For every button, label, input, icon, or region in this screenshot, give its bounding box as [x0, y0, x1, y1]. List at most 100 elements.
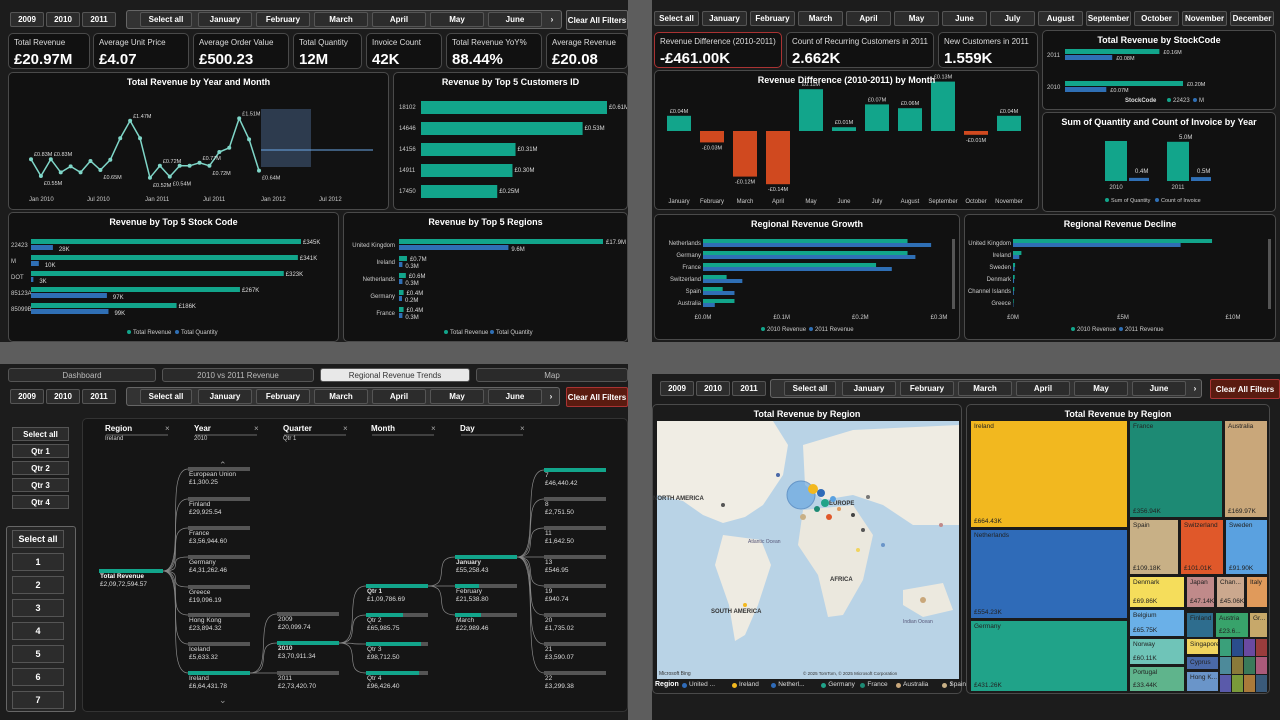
month-june-button[interactable]: June [488, 12, 542, 27]
column-close-icon[interactable]: × [431, 424, 436, 433]
day-slicer-button[interactable]: 7 [12, 691, 64, 709]
trend-point [157, 163, 162, 168]
q2-month-button[interactable]: May [894, 11, 939, 26]
q3-clear-all-filters-button[interactable]: Clear All Filters [566, 387, 628, 407]
region-revenue-label: £0.4M [407, 308, 424, 314]
q3-month-scroll-right-icon[interactable]: › [545, 389, 557, 404]
q4-month-select-all-button[interactable]: Select all [784, 381, 836, 396]
q2-month-button[interactable]: October [1134, 11, 1179, 26]
tab-2010-vs-2011[interactable]: 2010 vs 2011 Revenue [162, 368, 314, 382]
x-axis-tick: £10M [1225, 315, 1240, 321]
tab-map[interactable]: Map [476, 368, 628, 382]
map-region-bubble [808, 484, 818, 494]
tab-dashboard[interactable]: Dashboard [8, 368, 156, 382]
q4-year-2010-button[interactable]: 2010 [696, 381, 730, 396]
day-slicer-button[interactable]: Select all [12, 530, 64, 548]
day-slicer-button[interactable]: 5 [12, 645, 64, 663]
q3-year-2011-button[interactable]: 2011 [82, 389, 116, 404]
q4-month-january-button[interactable]: January [842, 381, 896, 396]
month-april-button[interactable]: April [372, 12, 426, 27]
kpi-value: 1.559K [944, 50, 993, 67]
map-region-bubble [814, 506, 820, 512]
quarter-node: Qtr 3 £98,712.50 [367, 646, 400, 662]
region-map[interactable]: NORTH AMERICAEUROPEAFRICASOUTH AMERICAAt… [653, 405, 962, 694]
region-node: Hong Kong £23,894.32 [189, 617, 222, 633]
column-close-icon[interactable]: × [254, 424, 259, 433]
q2-month-button[interactable]: Select all [654, 11, 699, 26]
q4-year-2009-button[interactable]: 2009 [660, 381, 694, 396]
quarter-slicer-button[interactable]: Qtr 3 [12, 478, 69, 492]
day-slicer-button[interactable]: 6 [12, 668, 64, 686]
treemap-small-cell [1232, 675, 1243, 692]
q2-month-button[interactable]: December [1230, 11, 1274, 26]
stock-quantity-bar [31, 293, 107, 298]
q4-month-april-button[interactable]: April [1016, 381, 1070, 396]
q3-year-2009-button[interactable]: 2009 [10, 389, 44, 404]
q4-month-february-button[interactable]: February [900, 381, 954, 396]
legend-next-icon[interactable]: › [950, 680, 953, 688]
q3-month-february-button[interactable]: February [256, 389, 310, 404]
q3-month-january-button[interactable]: January [198, 389, 252, 404]
q3-month-june-button[interactable]: June [488, 389, 542, 404]
invoice-value-label: 0.4M [1135, 169, 1148, 175]
q2-month-button[interactable]: June [942, 11, 987, 26]
q4-month-march-button[interactable]: March [958, 381, 1012, 396]
q2-month-button[interactable]: March [798, 11, 843, 26]
month-may-button[interactable]: May [430, 12, 484, 27]
trend-point [78, 170, 83, 175]
tab-regional-revenue-trends[interactable]: Regional Revenue Trends [320, 368, 470, 382]
quarter-slicer-button[interactable]: Select all [12, 427, 69, 441]
day-slicer-button[interactable]: 1 [12, 553, 64, 571]
month-axis-label: July [872, 199, 883, 205]
q3-month-may-button[interactable]: May [430, 389, 484, 404]
day-slicer-button[interactable]: 3 [12, 599, 64, 617]
column-close-icon[interactable]: × [165, 424, 170, 433]
q2-month-button[interactable]: September [1086, 11, 1131, 26]
revenue-2010-bar [703, 239, 908, 243]
month-select-all-button[interactable]: Select all [140, 12, 192, 27]
revenue-2010-bar [703, 251, 908, 255]
column-close-icon[interactable]: × [343, 424, 348, 433]
q3-month-select-all-button[interactable]: Select all [140, 389, 192, 404]
q3-month-april-button[interactable]: April [372, 389, 426, 404]
stockcode-value-label: £0.20M [1187, 82, 1206, 88]
day-slicer-button[interactable]: 2 [12, 576, 64, 594]
q4-month-may-button[interactable]: May [1074, 381, 1128, 396]
month-march-button[interactable]: March [314, 12, 368, 27]
q2-month-button[interactable]: August [1038, 11, 1083, 26]
q4-year-2011-button[interactable]: 2011 [732, 381, 766, 396]
column-close-icon[interactable]: × [520, 424, 525, 433]
q2-month-button[interactable]: November [1182, 11, 1227, 26]
legend-dot [682, 683, 687, 688]
month-scroll-right-icon[interactable]: › [546, 12, 558, 27]
year-2011-button[interactable]: 2011 [82, 12, 116, 27]
q2-month-button[interactable]: February [750, 11, 795, 26]
q3-year-2010-button[interactable]: 2010 [46, 389, 80, 404]
clear-all-filters-button[interactable]: Clear All Filters [566, 10, 628, 30]
q4-month-scroll-right-icon[interactable]: › [1189, 381, 1201, 396]
stock-code-label: 85099B [11, 307, 32, 313]
day-slicer-button[interactable]: 4 [12, 622, 64, 640]
month-january-button[interactable]: January [198, 12, 252, 27]
q2-month-button[interactable]: January [702, 11, 747, 26]
q2-kpi-card: Revenue Difference (2010-2011) -£461.00K [654, 32, 782, 68]
year-2010-button[interactable]: 2010 [46, 12, 80, 27]
quarter-slicer-button[interactable]: Qtr 1 [12, 444, 69, 458]
quarter-slicer-button[interactable]: Qtr 2 [12, 461, 69, 475]
q2-month-button[interactable]: July [990, 11, 1035, 26]
year-2009-button[interactable]: 2009 [10, 12, 44, 27]
quarter-slicer-button[interactable]: Qtr 4 [12, 495, 69, 509]
quantity-bar [1167, 141, 1189, 181]
treemap-small-cell [1244, 675, 1255, 692]
q2-month-button[interactable]: April [846, 11, 891, 26]
q4-clear-all-filters-button[interactable]: Clear All Filters [1210, 379, 1280, 399]
region-label: Denmark [987, 277, 1012, 283]
node-name: Hong Kong [189, 617, 222, 624]
q3-month-march-button[interactable]: March [314, 389, 368, 404]
map-legend-label: Ireland [739, 681, 759, 688]
trend-point [187, 163, 192, 168]
month-february-button[interactable]: February [256, 12, 310, 27]
q4-month-june-button[interactable]: June [1132, 381, 1186, 396]
legend-revenue-dot [444, 330, 448, 334]
month-axis-label: October [965, 199, 986, 205]
